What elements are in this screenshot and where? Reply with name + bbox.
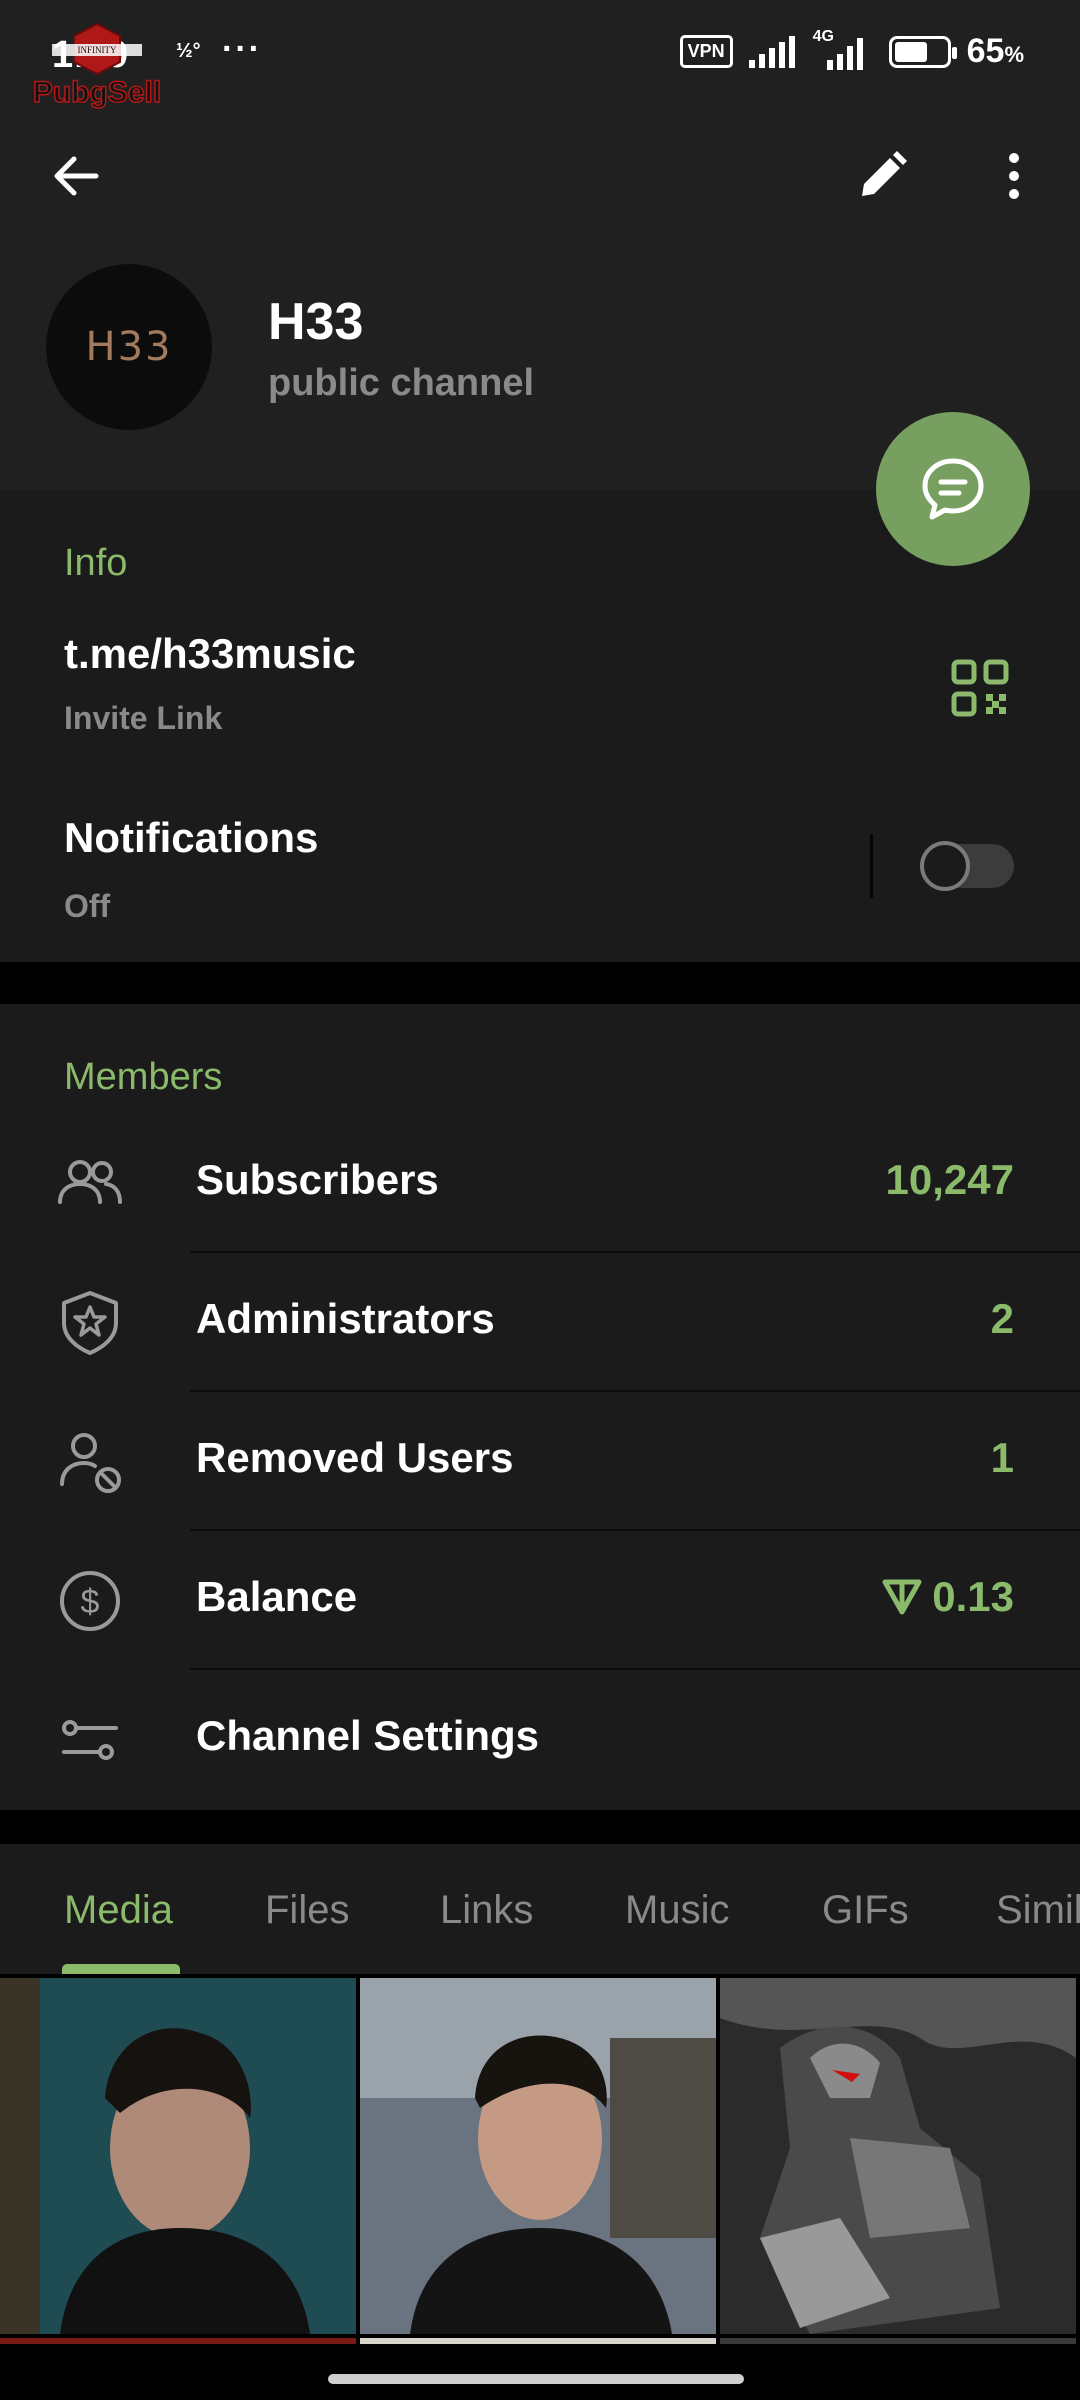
shared-media-tabs: Media Files Links Music GIFs Similar xyxy=(0,1844,1080,1974)
members-section: Members Subscribers 10,247 Administrator… xyxy=(0,1004,1080,1810)
media-thumbnail[interactable] xyxy=(360,1978,716,2334)
status-bar: 1:19 INFINITY PubgSell ½° ··· VPN 4G 65% xyxy=(0,0,1080,110)
battery-percent: 65% xyxy=(966,32,1024,70)
svg-text:INFINITY: INFINITY xyxy=(78,45,117,55)
tab-similar[interactable]: Similar xyxy=(996,1888,1080,1933)
tab-music[interactable]: Music xyxy=(625,1888,729,1933)
svg-text:$: $ xyxy=(81,1583,100,1621)
members-section-title: Members xyxy=(64,1056,223,1098)
subscribers-label: Subscribers xyxy=(196,1156,439,1203)
settings-sliders-icon xyxy=(62,1720,118,1760)
notifications-state: Off xyxy=(64,888,111,924)
shield-star-icon xyxy=(62,1291,118,1355)
back-arrow-icon[interactable] xyxy=(46,146,106,206)
ton-currency-icon xyxy=(882,1579,922,1615)
vpn-badge: VPN xyxy=(679,35,733,68)
dollar-circle-icon: $ xyxy=(60,1571,120,1631)
tab-links[interactable]: Links xyxy=(440,1888,533,1933)
system-navigation-bar xyxy=(0,2344,1080,2400)
tab-gifs[interactable]: GIFs xyxy=(822,1888,909,1933)
people-icon xyxy=(58,1160,122,1204)
administrators-label: Administrators xyxy=(196,1295,495,1342)
removed-users-count: 1 xyxy=(990,1434,1014,1481)
more-notifications-icon: ··· xyxy=(222,30,262,68)
media-thumbnail[interactable] xyxy=(720,1978,1076,2334)
administrators-row[interactable]: Administrators 2 xyxy=(0,1253,1080,1392)
signal-4g-icon: 4G xyxy=(813,28,873,70)
media-grid xyxy=(0,1976,1080,2400)
avatar-text: H33 xyxy=(85,324,173,370)
invite-link[interactable]: t.me/h33music xyxy=(64,630,356,678)
more-vertical-icon[interactable] xyxy=(984,146,1044,206)
message-fab-button[interactable] xyxy=(876,412,1030,566)
balance-label: Balance xyxy=(196,1573,358,1620)
home-gesture-pill[interactable] xyxy=(328,2374,744,2384)
toggle-knob xyxy=(920,841,970,891)
status-icons: VPN 4G 65% xyxy=(679,28,1024,71)
media-thumbnail[interactable] xyxy=(0,1978,356,2334)
watermark-text: PubgSell xyxy=(33,76,161,109)
removed-users-row[interactable]: Removed Users 1 xyxy=(0,1392,1080,1531)
balance-row[interactable]: $ Balance 0.13 xyxy=(0,1531,1080,1670)
notifications-title[interactable]: Notifications xyxy=(64,814,318,862)
edit-pencil-icon[interactable] xyxy=(852,146,912,206)
channel-settings-label: Channel Settings xyxy=(196,1712,540,1759)
tab-files[interactable]: Files xyxy=(265,1888,349,1933)
channel-type: public channel xyxy=(268,362,535,404)
balance-value: 0.13 xyxy=(882,1573,1014,1621)
removed-users-label: Removed Users xyxy=(196,1434,514,1481)
balance-amount: 0.13 xyxy=(932,1573,1014,1620)
administrators-count: 2 xyxy=(990,1295,1014,1342)
subscribers-count: 10,247 xyxy=(885,1156,1014,1203)
tab-media[interactable]: Media xyxy=(64,1888,173,1933)
info-section: Info t.me/h33music Invite Link Notificat… xyxy=(0,490,1080,962)
channel-settings-row[interactable]: Channel Settings xyxy=(0,1670,1080,1809)
battery-icon xyxy=(888,35,957,68)
data-speed: ½° xyxy=(176,40,201,62)
subscribers-row[interactable]: Subscribers 10,247 xyxy=(0,1114,1080,1253)
notifications-divider xyxy=(870,834,873,898)
channel-name: H33 xyxy=(268,293,364,351)
signal-icon xyxy=(748,35,795,68)
chat-bubble-icon xyxy=(922,458,984,520)
pubgsell-watermark-logo: INFINITY PubgSell xyxy=(32,22,162,110)
qr-code-icon[interactable] xyxy=(950,658,1010,718)
invite-link-label: Invite Link xyxy=(64,700,223,736)
notifications-toggle[interactable] xyxy=(920,841,1014,891)
info-section-title: Info xyxy=(64,542,128,584)
active-tab-indicator xyxy=(62,1964,180,1974)
user-blocked-icon xyxy=(60,1433,121,1493)
channel-avatar[interactable]: H33 xyxy=(46,264,212,430)
